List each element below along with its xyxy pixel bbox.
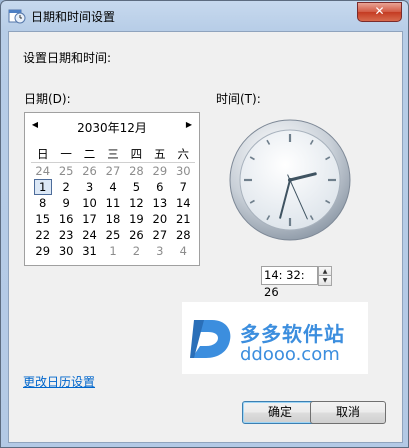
title-bar[interactable]: 日期和时间设置 ✕ [1, 1, 408, 31]
calendar-day[interactable]: 16 [54, 211, 77, 227]
calendar-day-next-month[interactable]: 3 [148, 243, 171, 259]
weekday-header: 六 [171, 145, 195, 163]
calendar-day[interactable]: 22 [31, 227, 54, 243]
change-calendar-settings-link[interactable]: 更改日历设置 [23, 373, 95, 390]
calendar-day[interactable]: 7 [172, 179, 195, 195]
calendar-month-title[interactable]: 2030年12月 [25, 119, 199, 136]
weekday-header: 日 [31, 145, 55, 163]
calendar-day[interactable]: 6 [148, 179, 171, 195]
time-input[interactable]: 14: 32: 26 [261, 266, 318, 299]
calendar-week-row: 24 25 26 27 28 29 30 [31, 163, 195, 180]
watermark-domain-text: ddooo.com [240, 344, 340, 365]
calendar-day[interactable]: 23 [54, 227, 77, 243]
calendar-day[interactable]: 4 [101, 179, 124, 195]
calendar-day[interactable]: 21 [172, 211, 195, 227]
watermark-logo-icon [190, 320, 231, 358]
time-spin-buttons: ▲ ▼ [318, 266, 332, 286]
calendar-grid: 日 一 二 三 四 五 六 24 25 26 27 28 29 30 1 2 3… [31, 145, 195, 259]
calendar-day[interactable]: 15 [31, 211, 54, 227]
calendar-week-row: 15 16 17 18 19 20 21 [31, 211, 195, 227]
calendar-day[interactable]: 26 [125, 227, 148, 243]
calendar-day[interactable]: 5 [125, 179, 148, 195]
calendar-day-prev-month[interactable]: 28 [125, 163, 148, 180]
calendar-day[interactable]: 31 [78, 243, 101, 259]
calendar-day[interactable]: 3 [78, 179, 101, 195]
spin-down-button[interactable]: ▼ [318, 275, 332, 286]
calendar-day-next-month[interactable]: 4 [172, 243, 195, 259]
calendar-day-prev-month[interactable]: 29 [148, 163, 171, 180]
selected-day-value[interactable]: 1 [33, 179, 52, 195]
calendar-day[interactable]: 19 [125, 211, 148, 227]
calendar-day-next-month[interactable]: 1 [101, 243, 124, 259]
calendar-day[interactable]: 8 [31, 195, 54, 211]
weekday-header: 四 [124, 145, 149, 163]
calendar-day-prev-month[interactable]: 30 [172, 163, 195, 180]
window-title: 日期和时间设置 [31, 10, 116, 24]
date-label: 日期(D): [24, 92, 71, 106]
calendar-day[interactable]: 30 [54, 243, 77, 259]
clock-center-pin [288, 178, 292, 182]
analog-clock [229, 119, 351, 241]
calendar-day[interactable]: 12 [125, 195, 148, 211]
calendar-day-prev-month[interactable]: 24 [31, 163, 54, 180]
time-spinner: 14: 32: 26 ▲ ▼ [261, 266, 332, 299]
calendar-week-row: 8 9 10 11 12 13 14 [31, 195, 195, 211]
site-watermark: 多多软件站 ddooo.com [182, 302, 368, 374]
weekday-header: 二 [77, 145, 102, 163]
date-time-app-icon [8, 9, 26, 24]
calendar-day[interactable]: 25 [101, 227, 124, 243]
close-button[interactable]: ✕ [357, 2, 402, 22]
weekday-header-row: 日 一 二 三 四 五 六 [31, 145, 195, 163]
calendar-week-row: 1 2 3 4 5 6 7 [31, 179, 195, 195]
calendar-day[interactable]: 29 [31, 243, 54, 259]
calendar-header: ◀ 2030年12月 ▶ [25, 117, 199, 135]
calendar-day[interactable]: 27 [148, 227, 171, 243]
next-month-arrow-icon[interactable]: ▶ [184, 119, 194, 131]
weekday-header: 一 [54, 145, 78, 163]
watermark-chinese-text: 多多软件站 [240, 322, 345, 346]
calendar-day-next-month[interactable]: 2 [125, 243, 148, 259]
calendar-day[interactable]: 10 [78, 195, 101, 211]
calendar-day[interactable]: 24 [78, 227, 101, 243]
calendar-week-row: 29 30 31 1 2 3 4 [31, 243, 195, 259]
calendar-day[interactable]: 9 [54, 195, 77, 211]
calendar-day[interactable]: 28 [172, 227, 195, 243]
ok-button[interactable]: 确定 [242, 401, 318, 424]
calendar-day[interactable]: 14 [172, 195, 195, 211]
calendar-day[interactable]: 13 [148, 195, 171, 211]
month-calendar[interactable]: ◀ 2030年12月 ▶ 日 一 二 三 四 五 六 24 25 26 27 2… [24, 112, 200, 266]
dialog-body: 设置日期和时间: 日期(D): 时间(T): ◀ 2030年12月 ▶ 日 一 … [8, 31, 403, 443]
calendar-week-row: 22 23 24 25 26 27 28 [31, 227, 195, 243]
calendar-day[interactable]: 2 [54, 179, 77, 195]
calendar-day[interactable]: 11 [101, 195, 124, 211]
date-time-settings-window: 日期和时间设置 ✕ 设置日期和时间: 日期(D): 时间(T): ◀ 2030年… [0, 0, 409, 448]
weekday-header: 三 [101, 145, 125, 163]
calendar-day-prev-month[interactable]: 25 [54, 163, 77, 180]
calendar-day-prev-month[interactable]: 27 [101, 163, 124, 180]
calendar-day[interactable]: 17 [78, 211, 101, 227]
time-label: 时间(T): [216, 92, 261, 106]
calendar-day-prev-month[interactable]: 26 [78, 163, 101, 180]
cancel-button[interactable]: 取消 [310, 401, 386, 424]
calendar-day-selected[interactable]: 1 [31, 179, 54, 195]
dialog-heading: 设置日期和时间: [23, 51, 112, 65]
calendar-day[interactable]: 18 [101, 211, 124, 227]
calendar-day[interactable]: 20 [148, 211, 171, 227]
weekday-header: 五 [148, 145, 172, 163]
